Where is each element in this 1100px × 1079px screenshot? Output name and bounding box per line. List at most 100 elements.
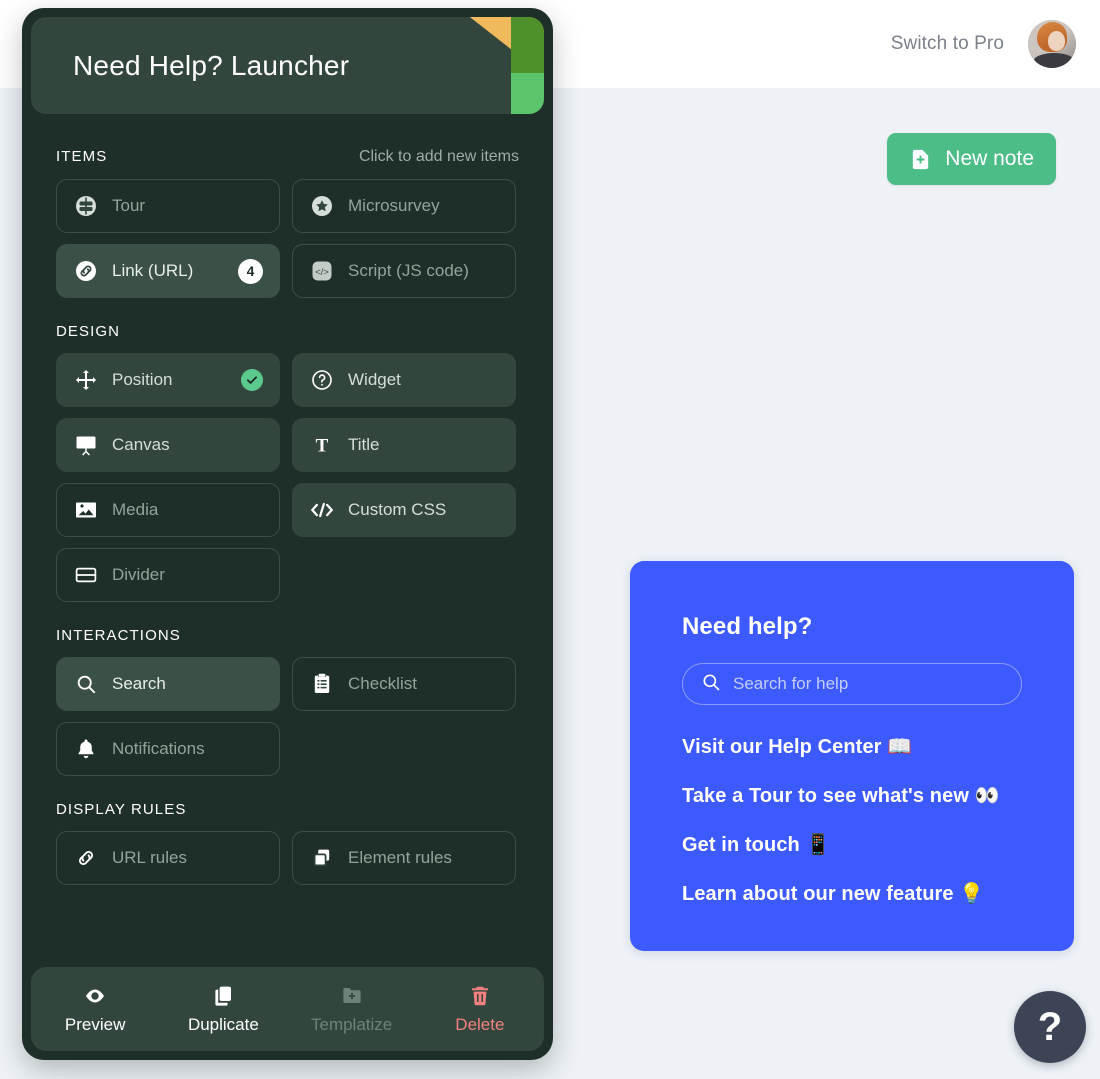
avatar-face <box>1048 31 1065 51</box>
section-display-rules-title: DISPLAY RULES <box>56 801 187 818</box>
section-items-title: ITEMS <box>56 148 108 165</box>
code-icon: </> <box>309 259 335 283</box>
item-count-badge: 4 <box>238 258 263 284</box>
item-card-script[interactable]: </> Script (JS code) <box>292 244 516 298</box>
design-label: Title <box>348 435 380 454</box>
section-items-header: ITEMS Click to add new items <box>56 148 519 166</box>
avatar-body <box>1034 53 1074 68</box>
rule-label: URL rules <box>112 848 187 867</box>
section-interactions-header: INTERACTIONS <box>56 627 519 644</box>
preview-button[interactable]: Preview <box>31 984 159 1035</box>
new-note-label: New note <box>945 147 1034 170</box>
help-link-get-in-touch[interactable]: Get in touch 📱 <box>682 832 1022 857</box>
help-search-input[interactable]: Search for help <box>682 663 1022 705</box>
design-label: Media <box>112 500 159 519</box>
interaction-card-search[interactable]: Search <box>56 657 280 711</box>
design-label: Custom CSS <box>348 500 447 519</box>
svg-text:</>: </> <box>315 267 329 278</box>
section-display-rules: DISPLAY RULES URL rules Element rules <box>56 801 519 885</box>
avatar[interactable] <box>1028 20 1076 68</box>
interaction-label: Checklist <box>348 674 417 693</box>
item-card-tour[interactable]: Tour <box>56 179 280 233</box>
duplicate-label: Duplicate <box>187 1014 259 1034</box>
help-fab-button[interactable]: ? <box>1014 991 1086 1063</box>
design-label: Divider <box>112 565 165 584</box>
help-link-take-a-tour[interactable]: Take a Tour to see what's new 👀 <box>682 783 1022 808</box>
section-interactions: INTERACTIONS Search Checklist Notificati… <box>56 627 519 776</box>
rule-card-element-rules[interactable]: Element rules <box>292 831 516 885</box>
interaction-label: Search <box>112 674 166 693</box>
help-link-help-center[interactable]: Visit our Help Center 📖 <box>682 734 1022 759</box>
section-interactions-title: INTERACTIONS <box>56 627 181 644</box>
position-selected-check-icon <box>241 369 263 391</box>
duplicate-button[interactable]: Duplicate <box>159 984 287 1035</box>
design-card-divider[interactable]: Divider <box>56 548 280 602</box>
item-card-link-url[interactable]: Link (URL) 4 <box>56 244 280 298</box>
item-label: Tour <box>112 196 146 215</box>
templatize-label: Templatize <box>310 1014 393 1034</box>
divider-icon <box>73 563 99 587</box>
delete-button[interactable]: Delete <box>416 984 544 1035</box>
link-icon <box>73 259 99 283</box>
interaction-card-checklist[interactable]: Checklist <box>292 657 516 711</box>
launcher-panel: Need Help? Launcher ITEMS Click to add n… <box>22 8 553 1060</box>
launcher-title: Need Help? Launcher <box>73 49 350 81</box>
launcher-footer-toolbar: Preview Duplicate Templatize Delete <box>31 967 544 1051</box>
item-card-microsurvey[interactable]: Microsurvey <box>292 179 516 233</box>
corner-decoration-icon <box>439 17 544 114</box>
design-card-canvas[interactable]: Canvas <box>56 418 280 472</box>
text-icon: T <box>309 433 335 457</box>
interactions-grid: Search Checklist Notifications <box>56 657 519 776</box>
question-icon <box>309 368 335 392</box>
design-grid: Position Widget Canvas T Title Media Cus… <box>56 353 519 602</box>
bell-icon <box>73 737 99 761</box>
item-label: Link (URL) <box>112 261 194 280</box>
app-root: Switch to Pro New note Need Help? Launch… <box>0 0 1100 1079</box>
signpost-icon <box>73 194 99 218</box>
new-note-button[interactable]: New note <box>887 133 1056 185</box>
section-items: ITEMS Click to add new items Tour Micros… <box>56 148 519 298</box>
design-card-media[interactable]: Media <box>56 483 280 537</box>
layers-icon <box>309 846 335 870</box>
item-label: Script (JS code) <box>348 261 469 280</box>
code-brackets-icon <box>309 498 335 522</box>
presentation-icon <box>73 433 99 457</box>
interaction-card-notifications[interactable]: Notifications <box>56 722 280 776</box>
design-card-title[interactable]: T Title <box>292 418 516 472</box>
copy-icon <box>211 984 235 1008</box>
help-search-placeholder: Search for help <box>733 674 849 693</box>
section-display-rules-header: DISPLAY RULES <box>56 801 519 818</box>
clipboard-icon <box>309 672 335 696</box>
section-design-title: DESIGN <box>56 323 121 340</box>
launcher-header: Need Help? Launcher <box>31 17 544 114</box>
launcher-body: ITEMS Click to add new items Tour Micros… <box>22 114 553 967</box>
item-label: Microsurvey <box>348 196 440 215</box>
svg-text:T: T <box>316 436 329 457</box>
design-card-widget[interactable]: Widget <box>292 353 516 407</box>
help-widget-heading: Need help? <box>682 613 813 640</box>
design-label: Widget <box>348 370 401 389</box>
rule-card-url-rules[interactable]: URL rules <box>56 831 280 885</box>
section-design: DESIGN Position Widget Canvas T Title Me… <box>56 323 519 602</box>
design-card-position[interactable]: Position <box>56 353 280 407</box>
move-icon <box>73 368 99 392</box>
items-grid: Tour Microsurvey Link (URL) 4 </> Script… <box>56 179 519 298</box>
templatize-button: Templatize <box>288 984 416 1035</box>
design-label: Canvas <box>112 435 170 454</box>
eye-icon <box>83 984 107 1008</box>
search-icon <box>73 673 99 695</box>
note-add-icon <box>909 148 932 171</box>
star-icon <box>309 194 335 218</box>
section-items-hint: Click to add new items <box>358 148 519 165</box>
help-widget-preview: Need help? Search for help Visit our Hel… <box>630 561 1074 951</box>
design-label: Position <box>112 370 173 389</box>
folder-add-icon <box>340 984 364 1008</box>
switch-to-pro-link[interactable]: Switch to Pro <box>891 33 1004 55</box>
search-icon <box>701 672 721 697</box>
help-link-new-feature[interactable]: Learn about our new feature 💡 <box>682 881 1022 906</box>
interaction-label: Notifications <box>112 739 205 758</box>
trash-icon <box>468 984 492 1008</box>
link-chain-icon <box>73 846 99 870</box>
design-card-custom-css[interactable]: Custom CSS <box>292 483 516 537</box>
delete-label: Delete <box>455 1014 505 1034</box>
